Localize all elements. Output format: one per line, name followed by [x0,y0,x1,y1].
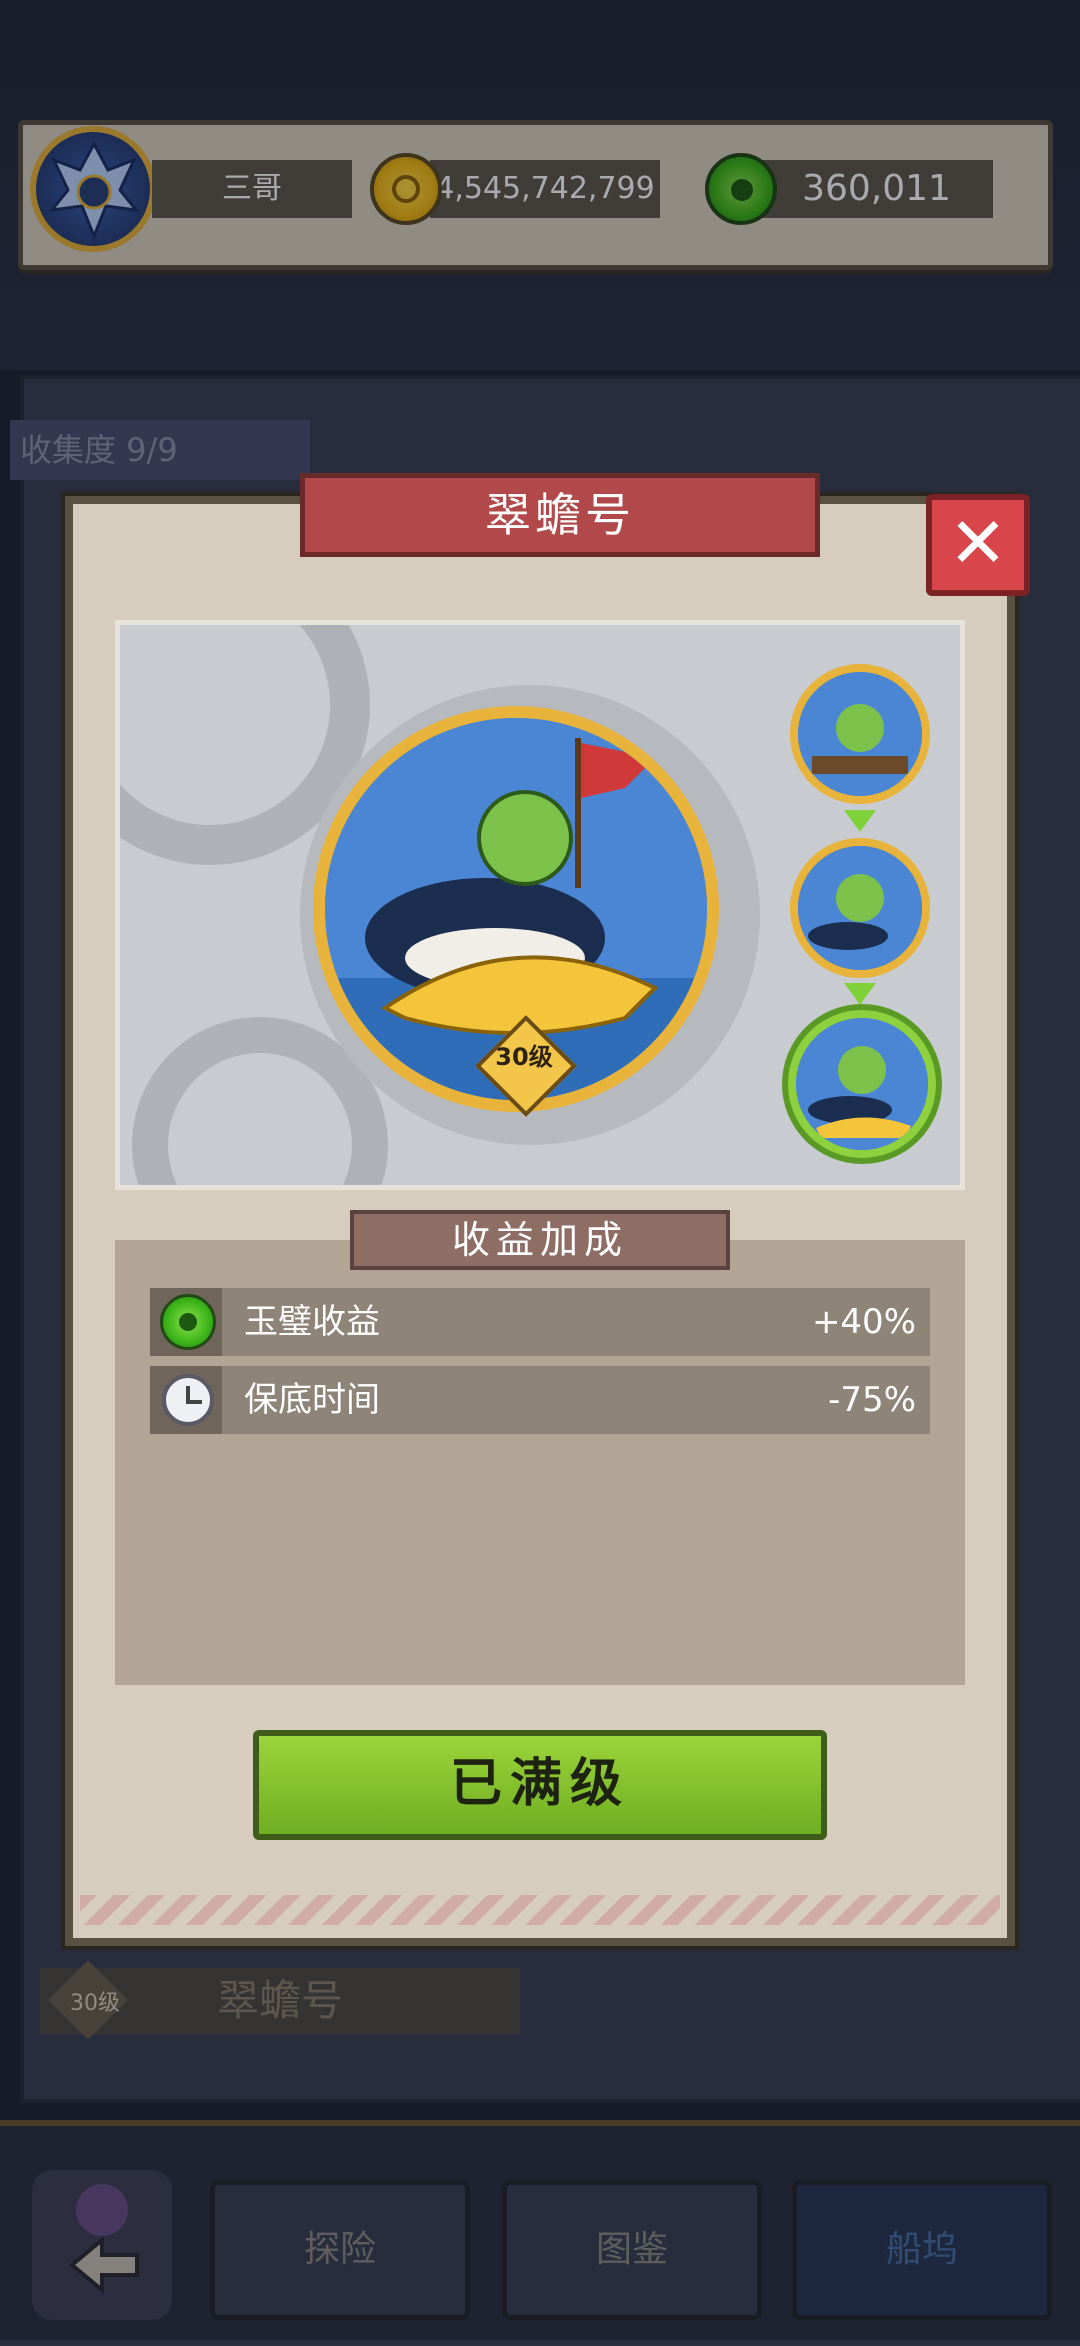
stage-arrow-1 [844,810,876,832]
stage-arrow-2 [844,983,876,1005]
jade-icon [160,1294,216,1350]
modal-title: 翠蟾号 [300,473,820,557]
level-badge-text: 30级 [495,1043,553,1071]
bonus-label: 保底时间 [244,1380,380,1420]
close-button[interactable]: ✕ [926,494,1030,596]
row-icon-bg [150,1288,222,1356]
ship-stage-1[interactable] [790,664,930,804]
bonus-row-jade: 玉璧收益 +40% [150,1288,930,1356]
bonus-title: 收益加成 [350,1210,730,1270]
clock-icon [162,1374,214,1426]
decorative-border [80,1895,1000,1925]
ship-stage-2[interactable] [790,838,930,978]
bonus-value: -75% [828,1380,916,1420]
max-level-button[interactable]: 已满级 [253,1730,827,1840]
ship-stage-3[interactable] [788,1010,936,1158]
bonus-label: 玉璧收益 [244,1302,380,1342]
bonus-value: +40% [811,1302,916,1342]
bonus-row-time: 保底时间 -75% [150,1366,930,1434]
row-icon-bg [150,1366,222,1434]
